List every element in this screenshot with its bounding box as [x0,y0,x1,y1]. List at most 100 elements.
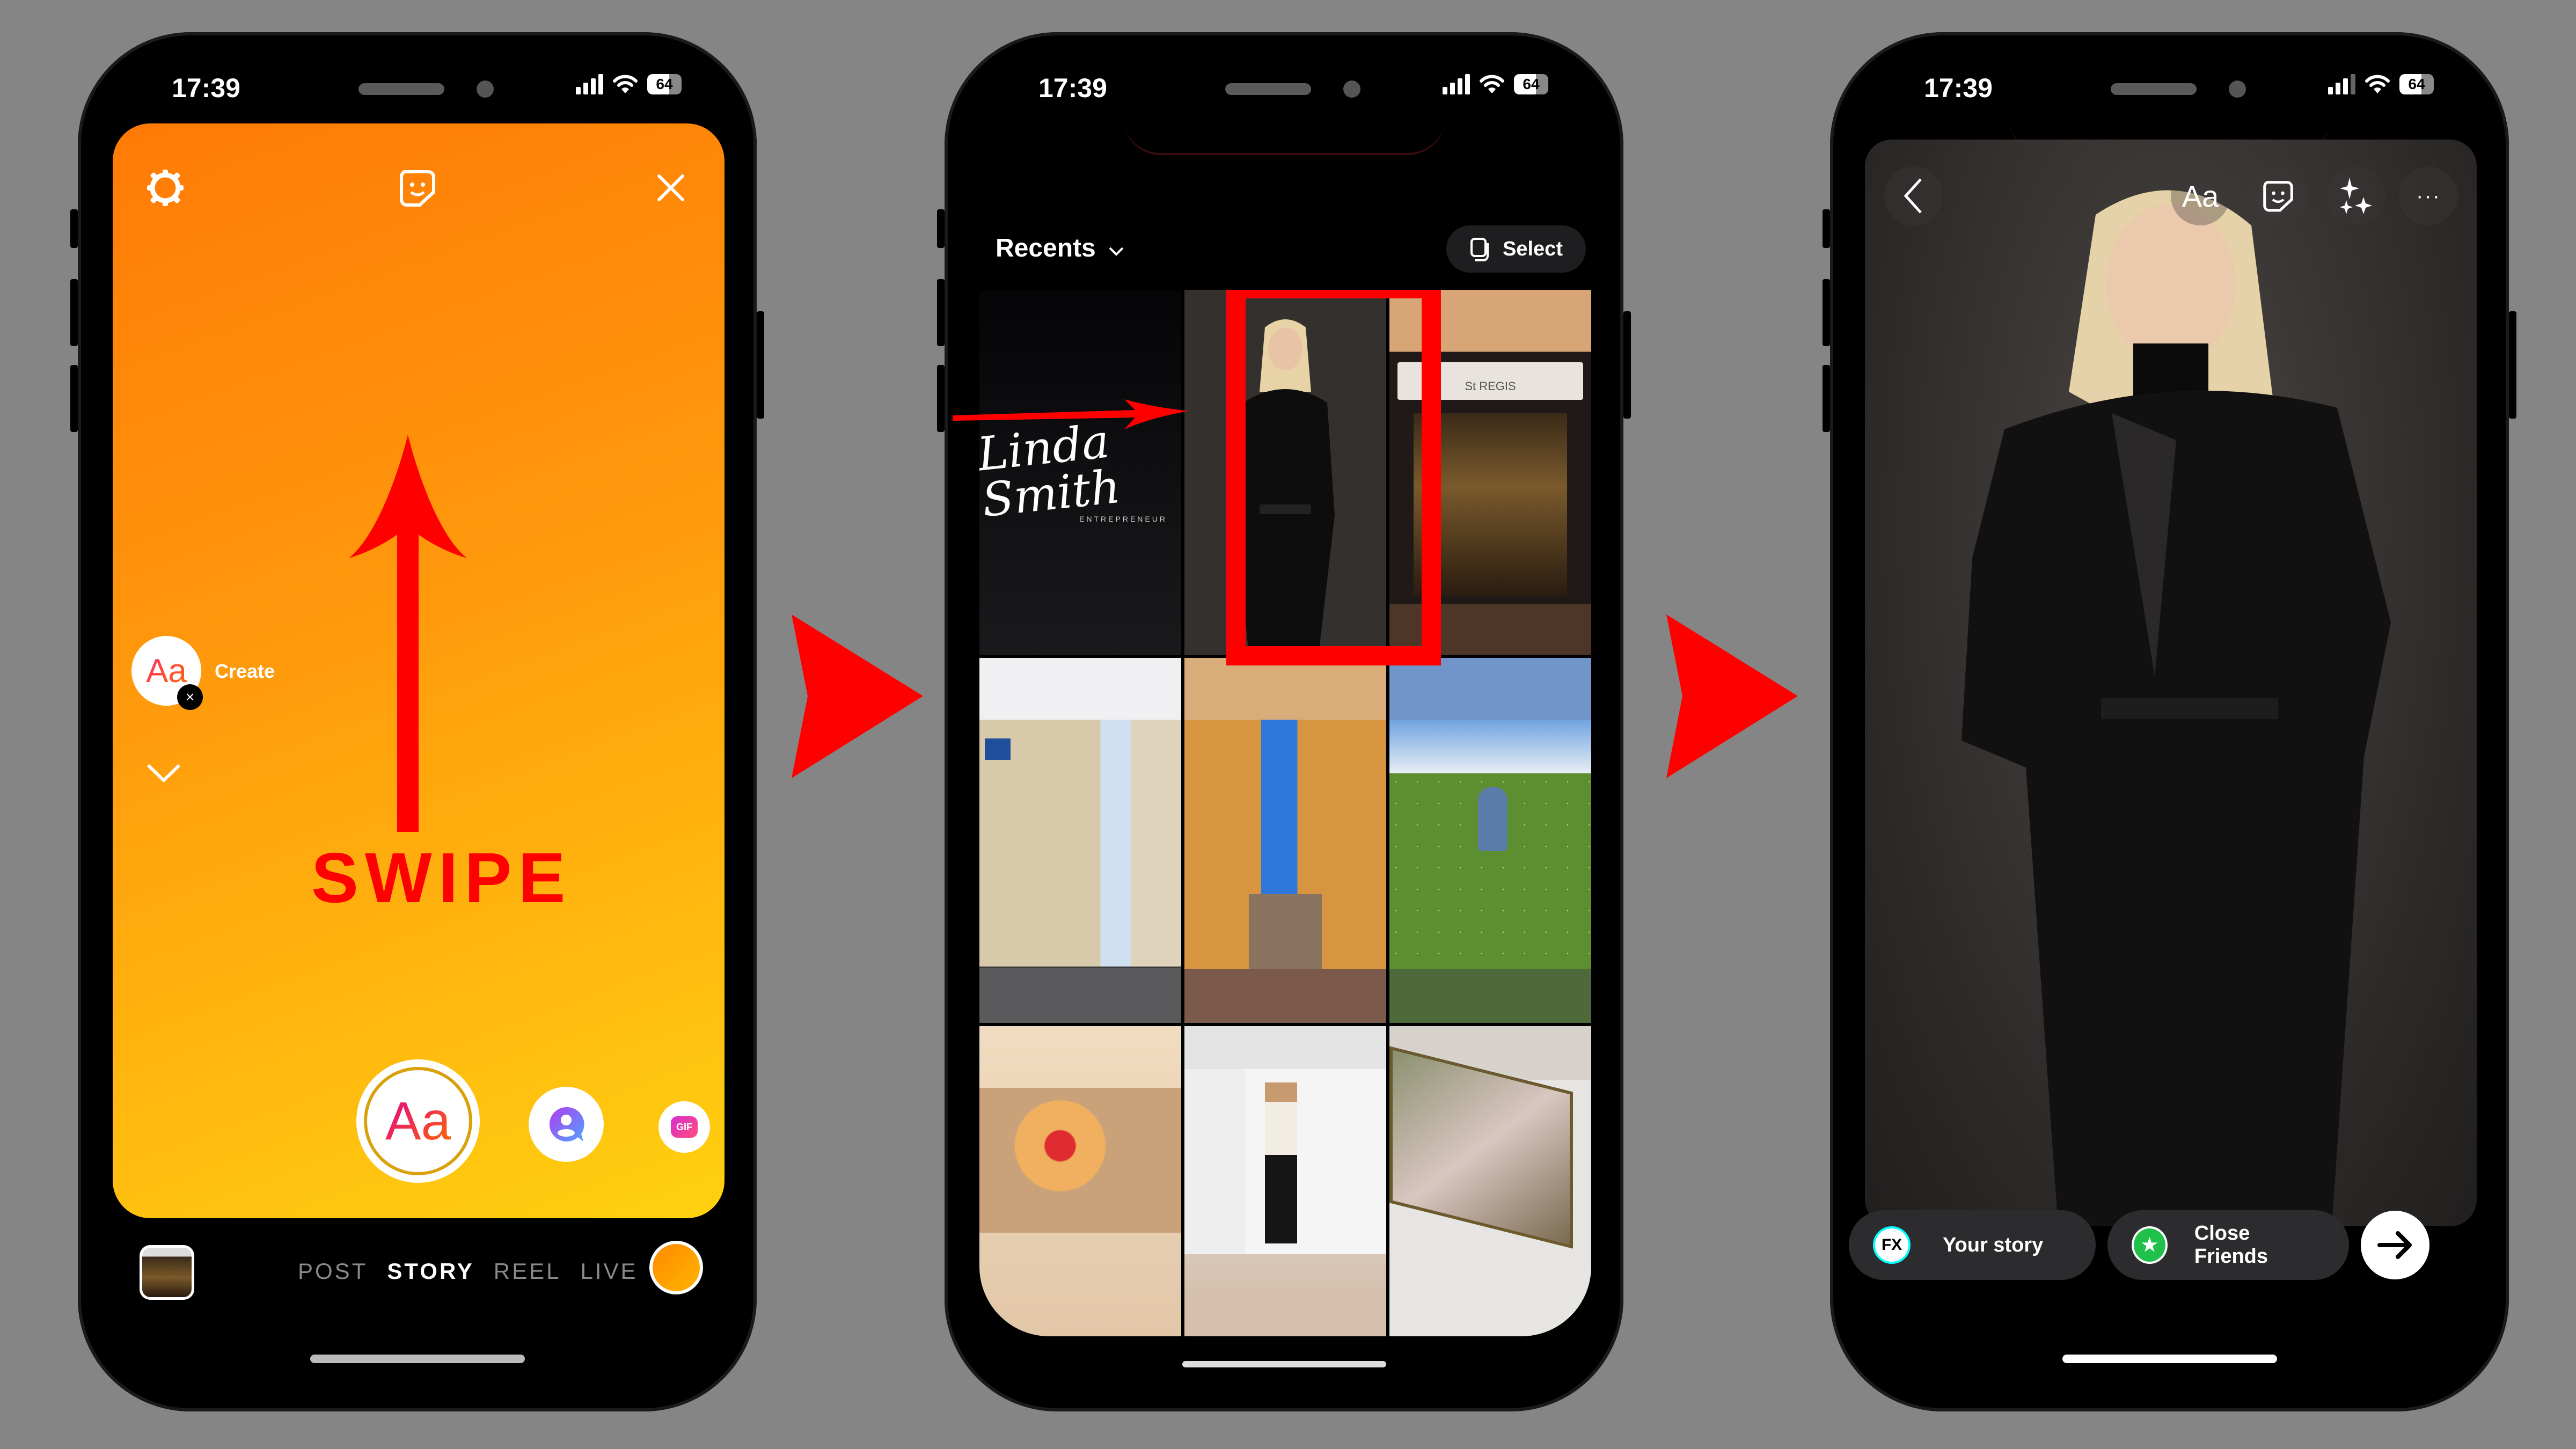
side-button [70,209,78,248]
signal-icon [576,74,603,94]
more-icon: ··· [2416,184,2441,208]
next-button[interactable] [2361,1211,2429,1279]
album-title: Recents [996,234,1096,262]
select-button[interactable]: Select [1446,225,1586,273]
home-indicator[interactable] [1182,1361,1386,1367]
grid-item-framed-painting[interactable] [1389,1026,1591,1336]
selfie-person [1265,1082,1297,1243]
person-in-field [1478,787,1507,851]
back-button[interactable] [1884,166,1943,225]
portrait-thumbnail [1184,290,1386,655]
gif-tool-button[interactable]: GIF [658,1101,710,1153]
effects-tool-button[interactable] [2326,166,2385,225]
side-button [757,311,764,419]
battery-indicator: 64 [647,74,682,94]
chevron-left-icon [1904,178,1922,214]
mode-live[interactable]: LIVE [580,1258,638,1284]
home-indicator[interactable] [2062,1355,2277,1363]
grid-item-mirror-selfie[interactable] [1184,1026,1386,1336]
close-friends-label: Close Friends [2194,1222,2268,1268]
close-icon[interactable] [649,166,692,209]
text-tool-button[interactable]: Aa [2171,166,2230,225]
background-color-button[interactable] [649,1241,703,1294]
editor-toolbar: Aa ··· [1865,166,2477,225]
grid-item-narrow-alley[interactable] [1184,658,1386,1023]
chevron-down-icon [1109,247,1124,256]
wifi-icon [613,75,638,93]
grid-item-linda-smith-logo[interactable]: Linda Smith ENTREPRENEUR [979,290,1181,655]
mode-switcher: POST STORY REEL LIVE [298,1258,638,1284]
create-label: Create [215,660,275,682]
create-glyph: Aa [146,652,187,690]
status-time: 17:39 [172,73,240,103]
home-indicator[interactable] [310,1355,525,1363]
mode-post[interactable]: POST [298,1258,368,1284]
side-button [70,279,78,346]
status-time: 17:39 [1924,73,1993,103]
painting [1389,1046,1573,1249]
close-friends-button[interactable]: ★ Close Friends [2107,1210,2349,1280]
mode-story[interactable]: STORY [387,1258,474,1284]
your-story-label: Your story [1943,1233,2044,1256]
star-icon: ★ [2132,1226,2168,1264]
mode-reel[interactable]: REEL [494,1258,561,1284]
grid-item-dandelion-field[interactable] [1389,658,1591,1023]
speaker [1225,83,1311,95]
pastry-photo [979,1088,1181,1233]
text-mode-button[interactable]: Aa [360,1063,477,1180]
dynamic-island [1123,64,1445,155]
your-story-button[interactable]: FX Your story [1849,1210,2096,1280]
phone-story-editor: 17:39 64 Aa ··· FX Your story ★ Close Fr… [1823,32,2516,1411]
text-tool-glyph: Aa [2182,179,2219,213]
grid-item-paris-street[interactable] [979,658,1181,1023]
step-arrow-icon [792,614,923,778]
side-button [1823,209,1830,248]
profile-bubble-icon [549,1107,584,1141]
battery-indicator: 64 [1514,74,1548,94]
cafe-interior [1414,413,1567,596]
sparkles-icon [2340,178,2372,214]
camera-mode-bar: POST STORY REEL LIVE [113,1229,724,1315]
pointer-arrow-icon [953,399,1189,429]
gallery-thumbnail-button[interactable] [140,1245,194,1300]
status-time: 17:39 [1038,73,1107,103]
side-button [937,365,945,432]
side-button [937,209,945,248]
share-bar: FX Your story ★ Close Friends [1849,1210,2429,1280]
street-sign [985,738,1011,760]
sticker-tool-button[interactable] [2249,166,2308,225]
settings-gear-icon[interactable] [144,166,187,209]
more-options-button[interactable]: ··· [2399,166,2458,225]
album-dropdown[interactable]: Recents [996,233,1124,263]
alley-path [1249,894,1322,969]
account-avatar: FX [1873,1226,1911,1264]
status-icons: 64 [576,74,682,94]
field-sky [1389,720,1591,773]
grid-item-portrait-black-suit[interactable] [1184,290,1386,655]
speaker [358,83,444,95]
sticker-icon [2263,181,2293,212]
story-canvas[interactable]: Aa × Create SWIPE Aa GIF [113,123,724,1218]
swipe-up-arrow-icon [349,435,467,832]
speaker [2110,83,2197,95]
grid-item-st-regis-cafe[interactable]: St REGIS [1389,290,1591,655]
phone-story-create: 17:39 64 Aa × Create SWIPE Aa GIF POST S… [70,32,764,1411]
camera-dot [1343,80,1360,98]
step-arrow-icon [1666,614,1798,778]
story-photo-canvas[interactable]: Aa ··· [1865,140,2477,1226]
dismiss-create-icon[interactable]: × [177,684,203,710]
chevron-down-icon[interactable] [145,762,182,786]
battery-indicator: 64 [2399,74,2434,94]
wifi-icon [2365,75,2390,93]
side-button [70,365,78,432]
side-button [2509,311,2516,419]
side-button [1623,311,1631,419]
sticker-icon[interactable] [396,166,439,209]
photo-grid: Linda Smith ENTREPRENEUR St REGIS [979,290,1591,1336]
grid-item-strawberry-pastries[interactable] [979,1026,1181,1336]
phone-gallery-picker: 17:39 64 Recents Select Linda Smith ENTR… [937,32,1631,1411]
status-icons: 64 [2328,74,2434,94]
mention-tool-button[interactable] [529,1087,604,1162]
cafe-awning: St REGIS [1397,362,1583,400]
status-icons: 64 [1443,74,1548,94]
